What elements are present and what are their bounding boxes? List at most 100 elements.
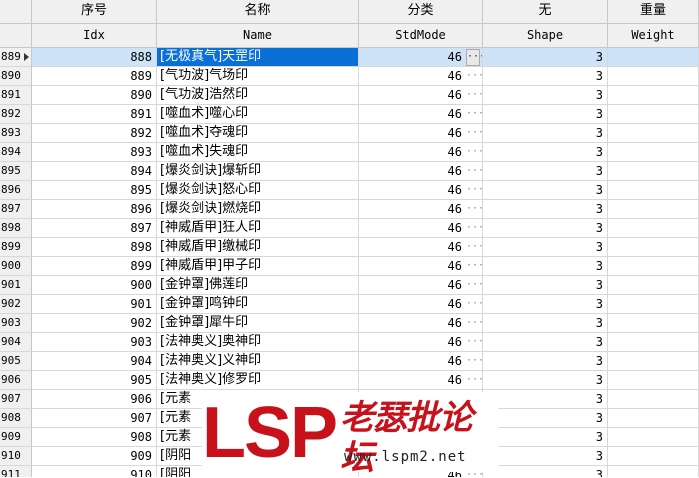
cell-idx[interactable]: 903 [32,333,157,352]
cell-idx[interactable]: 892 [32,124,157,143]
cell-shape[interactable]: 3 [483,371,608,390]
cell-idx[interactable]: 888 [32,48,157,67]
table-row[interactable]: 896 895 [爆炎剑诀]怒心印 46 ··· 3 [0,181,699,200]
cell-stdmode[interactable]: 46 ··· [359,371,483,390]
ellipsis-icon[interactable]: ··· [466,219,482,237]
cell-weight[interactable] [608,67,699,86]
cell-idx[interactable]: 891 [32,105,157,124]
cell-name[interactable]: [气功波]气场印 [157,67,359,86]
row-number[interactable]: 903 [0,314,32,333]
cell-stdmode[interactable]: 46 ··· [359,48,483,67]
row-number[interactable]: 908 [0,409,32,428]
cell-idx[interactable]: 902 [32,314,157,333]
cell-shape[interactable]: 3 [483,390,608,409]
cell-shape[interactable]: 3 [483,181,608,200]
cell-weight[interactable] [608,390,699,409]
cell-weight[interactable] [608,124,699,143]
cell-weight[interactable] [608,105,699,124]
table-row[interactable]: 890 889 [气功波]气场印 46 ··· 3 [0,67,699,86]
subheader-weight[interactable]: Weight [608,24,699,48]
ellipsis-icon[interactable]: ··· [466,200,482,218]
table-row[interactable]: 900 899 [神威盾甲]甲子印 46 ··· 3 [0,257,699,276]
cell-weight[interactable] [608,48,699,67]
ellipsis-icon[interactable]: ··· [466,143,482,161]
cell-weight[interactable] [608,86,699,105]
row-number[interactable]: 889 [0,48,32,67]
cell-name[interactable]: [无极真气]天罡印 [157,48,359,67]
cell-stdmode[interactable]: 46 ··· [359,105,483,124]
table-row[interactable]: 889 888 [无极真气]天罡印 46 ··· 3 [0,48,699,67]
table-row[interactable]: 906 905 [法神奥义]修罗印 46 ··· 3 [0,371,699,390]
cell-stdmode[interactable]: 46 ··· [359,86,483,105]
cell-stdmode[interactable]: 46 ··· [359,200,483,219]
row-number[interactable]: 906 [0,371,32,390]
cell-shape[interactable]: 3 [483,219,608,238]
table-row[interactable]: 897 896 [爆炎剑诀]燃烧印 46 ··· 3 [0,200,699,219]
cell-shape[interactable]: 3 [483,105,608,124]
cell-idx[interactable]: 896 [32,200,157,219]
cell-weight[interactable] [608,181,699,200]
ellipsis-icon[interactable]: ··· [466,314,482,332]
row-number[interactable]: 905 [0,352,32,371]
cell-weight[interactable] [608,276,699,295]
table-row[interactable]: 894 893 [噬血术]失魂印 46 ··· 3 [0,143,699,162]
cell-idx[interactable]: 906 [32,390,157,409]
cell-name[interactable]: [神威盾甲]甲子印 [157,257,359,276]
cell-stdmode[interactable]: 46 ··· [359,143,483,162]
row-number[interactable]: 898 [0,219,32,238]
cell-idx[interactable]: 909 [32,447,157,466]
ellipsis-icon[interactable]: ··· [466,295,482,313]
cell-name[interactable]: [法神奥义]义神印 [157,352,359,371]
row-number[interactable]: 911 [0,466,32,477]
row-number[interactable]: 907 [0,390,32,409]
cell-shape[interactable]: 3 [483,48,608,67]
cell-name[interactable]: [噬血术]失魂印 [157,143,359,162]
ellipsis-icon[interactable]: ··· [466,86,482,104]
row-number[interactable]: 891 [0,86,32,105]
cell-idx[interactable]: 890 [32,86,157,105]
cell-weight[interactable] [608,162,699,181]
ellipsis-icon[interactable]: ··· [466,49,482,66]
table-row[interactable]: 892 891 [噬血术]噬心印 46 ··· 3 [0,105,699,124]
cell-idx[interactable]: 910 [32,466,157,477]
cell-shape[interactable]: 3 [483,124,608,143]
cell-shape[interactable]: 3 [483,428,608,447]
cell-weight[interactable] [608,409,699,428]
ellipsis-icon[interactable]: ··· [466,162,482,180]
cell-shape[interactable]: 3 [483,162,608,181]
row-number[interactable]: 909 [0,428,32,447]
table-row[interactable]: 902 901 [金钟罩]鸣钟印 46 ··· 3 [0,295,699,314]
cell-name[interactable]: [爆炎剑诀]怒心印 [157,181,359,200]
cell-idx[interactable]: 900 [32,276,157,295]
cell-shape[interactable]: 3 [483,352,608,371]
row-number[interactable]: 902 [0,295,32,314]
header-weight-label[interactable]: 重量 [608,0,699,24]
ellipsis-icon[interactable]: ··· [466,276,482,294]
cell-idx[interactable]: 899 [32,257,157,276]
ellipsis-icon[interactable]: ··· [466,181,482,199]
cell-idx[interactable]: 893 [32,143,157,162]
cell-name[interactable]: [神威盾甲]狂人印 [157,219,359,238]
cell-shape[interactable]: 3 [483,200,608,219]
cell-weight[interactable] [608,238,699,257]
table-row[interactable]: 893 892 [噬血术]夺魂印 46 ··· 3 [0,124,699,143]
table-row[interactable]: 903 902 [金钟罩]犀牛印 46 ··· 3 [0,314,699,333]
table-row[interactable]: 905 904 [法神奥义]义神印 46 ··· 3 [0,352,699,371]
table-row[interactable]: 898 897 [神威盾甲]狂人印 46 ··· 3 [0,219,699,238]
cell-idx[interactable]: 905 [32,371,157,390]
cell-shape[interactable]: 3 [483,276,608,295]
cell-name[interactable]: [金钟罩]鸣钟印 [157,295,359,314]
cell-stdmode[interactable]: 46 ··· [359,352,483,371]
cell-name[interactable]: [爆炎剑诀]爆斩印 [157,162,359,181]
cell-idx[interactable]: 889 [32,67,157,86]
cell-shape[interactable]: 3 [483,295,608,314]
cell-shape[interactable]: 3 [483,67,608,86]
cell-name[interactable]: [气功波]浩然印 [157,86,359,105]
row-number[interactable]: 904 [0,333,32,352]
cell-shape[interactable]: 3 [483,257,608,276]
table-row[interactable]: 895 894 [爆炎剑诀]爆斩印 46 ··· 3 [0,162,699,181]
row-number[interactable]: 900 [0,257,32,276]
ellipsis-icon[interactable]: ··· [466,124,482,142]
header-idx-label[interactable]: 序号 [32,0,157,24]
cell-shape[interactable]: 3 [483,409,608,428]
